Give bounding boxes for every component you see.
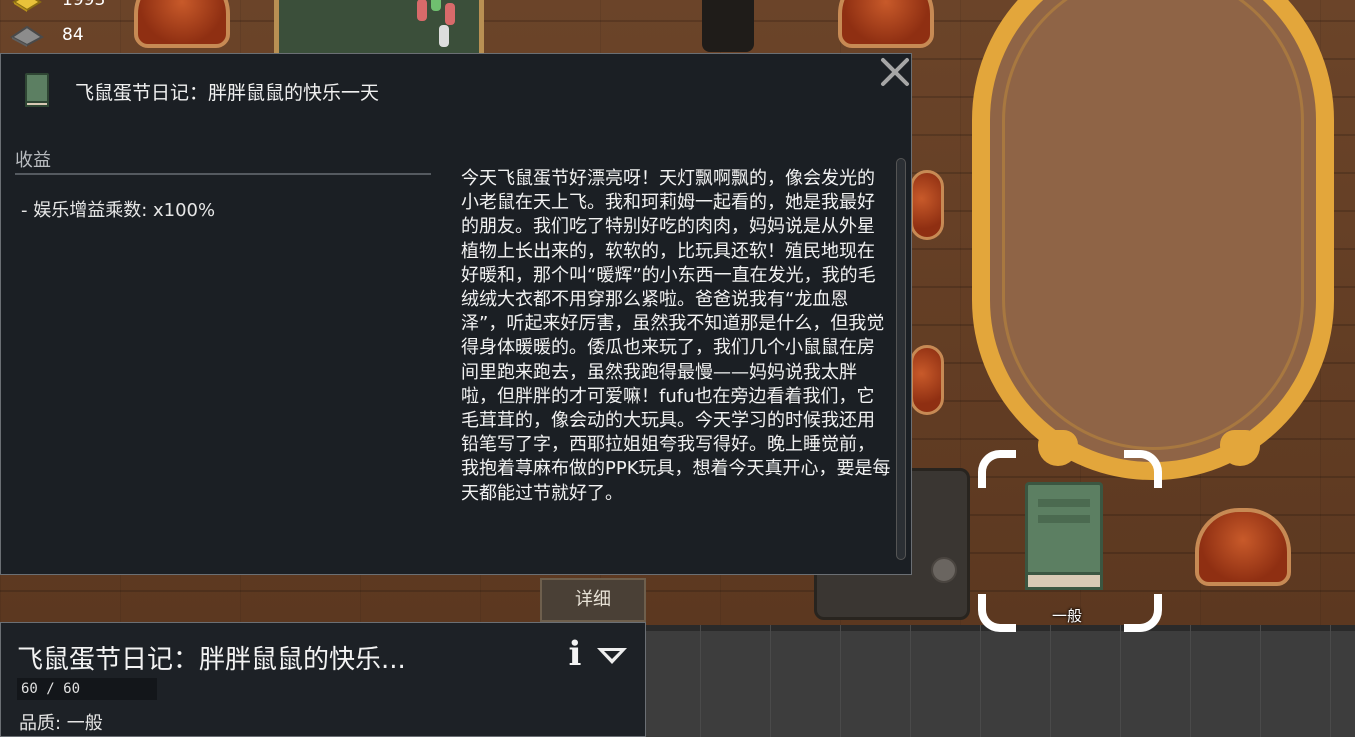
machine-knob — [931, 557, 957, 583]
close-icon — [881, 58, 909, 86]
book-pages — [1025, 572, 1103, 590]
stats-section-header: 收益 — [15, 150, 51, 171]
scrollbar-thumb[interactable] — [896, 158, 906, 560]
steel-icon — [10, 25, 44, 47]
ornate-sofa[interactable] — [972, 0, 1334, 480]
item-info-dialog: 飞鼠蛋节日记：胖胖鼠鼠的快乐一天 收益 - 娱乐增益乘数: x100% 今天飞鼠… — [0, 53, 912, 575]
chevron-down-icon — [597, 648, 627, 664]
section-divider — [15, 173, 431, 175]
stat-joy-multiplier: - 娱乐增益乘数: x100% — [21, 200, 216, 221]
armchair[interactable] — [134, 0, 230, 48]
quality-line: 品质: 一般 — [19, 713, 103, 734]
info-icon: i — [568, 634, 582, 674]
close-button[interactable] — [877, 54, 913, 90]
hit-points-text: 60 / 60 — [21, 681, 81, 697]
poker-chip — [439, 25, 449, 47]
selection-bracket — [978, 450, 1016, 488]
info-button[interactable]: i — [565, 637, 585, 673]
steel-count: 84 — [62, 25, 84, 45]
poker-chip — [417, 0, 427, 21]
book-cover-line — [1038, 515, 1090, 523]
details-button[interactable]: 详细 — [540, 578, 646, 622]
collapse-button[interactable] — [595, 645, 629, 667]
item-quality-label: 一般 — [1051, 607, 1082, 625]
poker-chip — [431, 0, 441, 11]
book-item[interactable] — [1025, 482, 1103, 590]
book-cover-line — [1038, 499, 1090, 507]
lamp-post[interactable] — [702, 0, 754, 52]
armchair[interactable] — [910, 170, 944, 240]
poker-chip — [445, 3, 455, 25]
armchair[interactable] — [1195, 508, 1291, 586]
armchair[interactable] — [838, 0, 934, 48]
gold-icon — [12, 0, 42, 12]
book-icon — [25, 73, 49, 107]
armchair[interactable] — [910, 345, 944, 415]
resource-gold[interactable]: 1993 — [10, 0, 105, 12]
inspect-title: 飞鼠蛋节日记：胖胖鼠鼠的快乐... — [17, 645, 406, 675]
item-description: 今天飞鼠蛋节好漂亮呀！天灯飘啊飘的，像会发光的小老鼠在天上飞。我和珂莉姆一起看的… — [461, 168, 891, 504]
dialog-title: 飞鼠蛋节日记：胖胖鼠鼠的快乐一天 — [75, 82, 380, 104]
gold-count: 1993 — [62, 0, 106, 10]
inspect-pane: 飞鼠蛋节日记：胖胖鼠鼠的快乐... i 60 / 60 品质: 一般 — [0, 622, 646, 737]
resource-steel[interactable]: 84 — [10, 23, 84, 47]
sofa-cushion — [1002, 0, 1304, 450]
